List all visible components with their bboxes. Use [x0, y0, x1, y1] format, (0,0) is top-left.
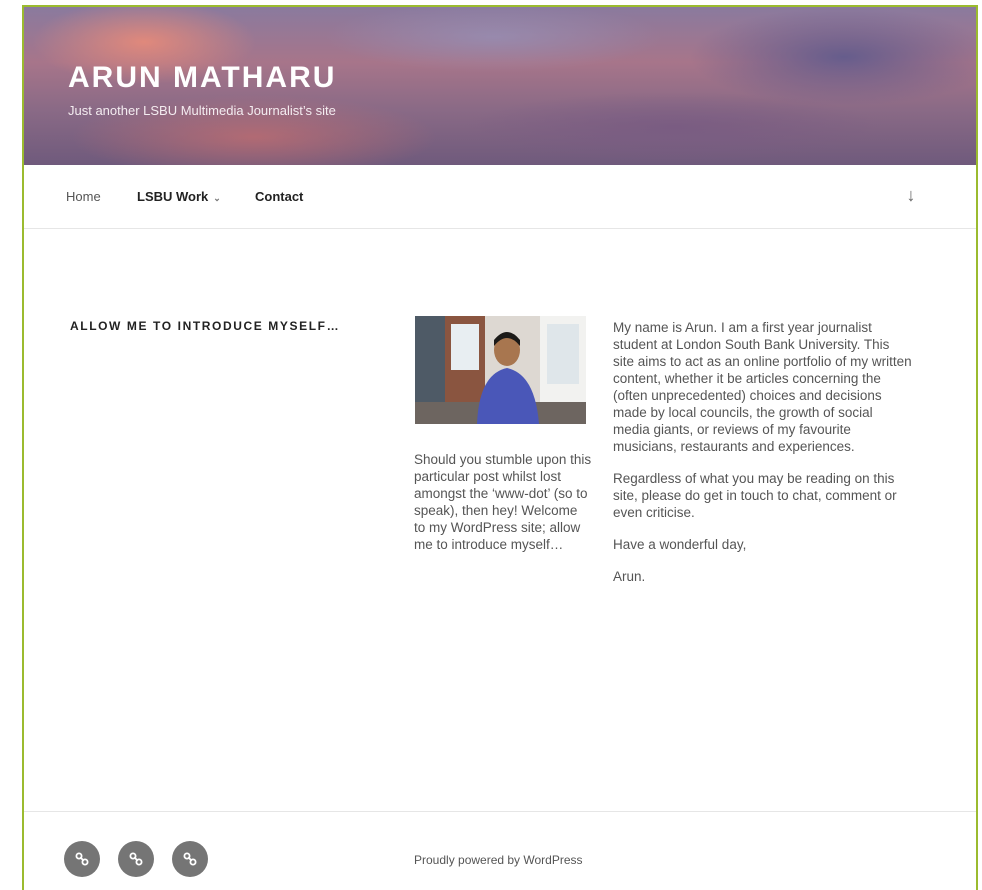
nav-item-contact[interactable]: Contact: [255, 189, 303, 204]
site-footer: Proudly powered by WordPress: [24, 811, 976, 890]
profile-photo: [415, 316, 586, 424]
post-paragraph: Regardless of what you may be reading on…: [613, 471, 897, 520]
arrow-down-icon[interactable]: ↓: [899, 185, 923, 209]
site-header: ARUN MATHARU Just another LSBU Multimedi…: [24, 7, 976, 165]
link-icon: [75, 852, 89, 866]
page-frame: ARUN MATHARU Just another LSBU Multimedi…: [22, 5, 978, 890]
site-title[interactable]: ARUN MATHARU: [68, 61, 336, 95]
main-navigation: Home LSBU Work ⌄ Contact ↓: [24, 165, 976, 229]
social-link-icon-1[interactable]: [64, 841, 100, 877]
powered-by-link[interactable]: Proudly powered by WordPress: [414, 853, 583, 867]
site-description: Just another LSBU Multimedia Journalist’…: [68, 103, 336, 118]
nav-item-label: LSBU Work: [137, 189, 209, 204]
chevron-down-icon: ⌄: [213, 193, 221, 203]
nav-item-lsbu-work[interactable]: LSBU Work ⌄: [137, 189, 221, 204]
nav-item-home[interactable]: Home: [66, 189, 101, 204]
post-paragraph: My name is Arun. I am a first year journ…: [613, 320, 912, 454]
post-title: ALLOW ME TO INTRODUCE MYSELF…: [70, 319, 341, 333]
social-link-icon-3[interactable]: [172, 841, 208, 877]
social-link-icon-2[interactable]: [118, 841, 154, 877]
post-paragraph: Arun.: [613, 569, 646, 584]
link-icon: [129, 852, 143, 866]
link-icon: [183, 852, 197, 866]
intro-text: Should you stumble upon this particular …: [414, 452, 592, 552]
post-content: My name is Arun. I am a first year journ…: [613, 319, 913, 600]
post-paragraph: Have a wonderful day,: [613, 537, 747, 552]
